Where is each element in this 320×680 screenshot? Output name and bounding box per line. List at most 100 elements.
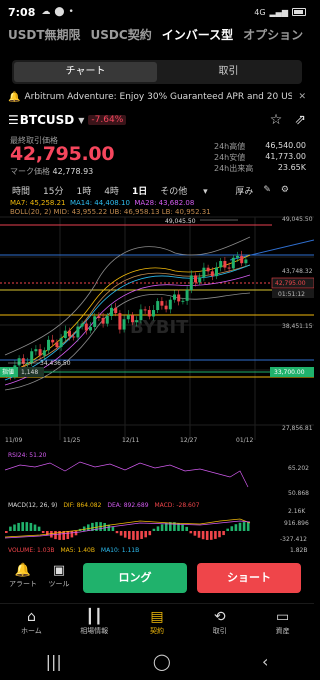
candlestick-icon: ┃┃ bbox=[85, 609, 103, 625]
recent-apps-icon[interactable]: ||| bbox=[46, 652, 62, 671]
banner-text: Arbitrum Adventure: Enjoy 30% Guaranteed… bbox=[24, 92, 293, 102]
macd-bar bbox=[87, 524, 90, 531]
stats-panel: 24h高値 46,540.00 24h安値 41,773.00 24h出来高 23.6… bbox=[214, 141, 306, 174]
candle-body bbox=[126, 315, 130, 320]
candle-body bbox=[97, 316, 101, 318]
ma7-value: MA7: 45,258.21 bbox=[10, 199, 66, 207]
star-icon[interactable]: ☆ bbox=[270, 112, 283, 128]
menu-icon[interactable]: ☰ bbox=[8, 113, 19, 127]
system-nav: ||| ◯ ‹ bbox=[0, 643, 314, 680]
interval-15m[interactable]: 15分 bbox=[43, 184, 63, 197]
back-icon[interactable]: ‹ bbox=[262, 652, 268, 671]
candle-body bbox=[152, 310, 155, 317]
settings-icon[interactable]: ⚙ bbox=[281, 185, 289, 195]
macd-bar bbox=[9, 526, 12, 531]
macd-value: MACD: -28.607 bbox=[154, 502, 199, 509]
macd-bar bbox=[230, 526, 234, 531]
nav-markets[interactable]: ┃┃ 相場情報 bbox=[63, 604, 126, 643]
exchange-icon: ⟲ bbox=[213, 609, 226, 625]
action-bar: 🔔 アラート ▣ ツール ロング ショート bbox=[0, 563, 314, 595]
macd-bar bbox=[156, 526, 160, 531]
macd-bar bbox=[128, 531, 131, 540]
tab-usdc-contract[interactable]: USDC契約 bbox=[91, 26, 152, 50]
network-label: 4G bbox=[254, 7, 266, 17]
macd-bar bbox=[46, 531, 49, 536]
nav-home[interactable]: ⌂ ホーム bbox=[0, 604, 63, 643]
price-chart[interactable]: BYBIT 49,045.50 34,436.50 49,045.50 43,7… bbox=[0, 215, 314, 560]
macd-bar bbox=[226, 528, 229, 531]
candle-body bbox=[173, 294, 176, 300]
megaphone-icon: 🔔 bbox=[8, 91, 21, 103]
macd-bar bbox=[119, 531, 123, 536]
interval-4h[interactable]: 4時 bbox=[104, 184, 119, 197]
stat-value: 46,540.00 bbox=[265, 141, 306, 150]
share-icon[interactable]: ⇗ bbox=[294, 112, 306, 128]
pencil-icon[interactable]: ✎ bbox=[263, 185, 271, 195]
candle-body bbox=[181, 300, 185, 302]
announcement-banner[interactable]: 🔔 Arbitrum Adventure: Enjoy 30% Guarante… bbox=[0, 88, 314, 106]
high-label: 49,045.50 bbox=[165, 218, 196, 225]
tab-usdt-perpetual[interactable]: USDT無期限 bbox=[8, 26, 81, 50]
macd-legend: MACD(12, 26, 9) DIF: 864.082 DEA: 892.68… bbox=[8, 502, 200, 509]
tab-inverse[interactable]: インバース型 bbox=[162, 26, 233, 50]
interval-1h[interactable]: 1時 bbox=[76, 184, 91, 197]
x-tick: 11/25 bbox=[63, 437, 80, 444]
candle-body bbox=[231, 257, 235, 269]
candle-body bbox=[236, 255, 239, 258]
candle-body bbox=[168, 299, 172, 310]
alert-button[interactable]: 🔔 アラート bbox=[8, 563, 38, 589]
interval-more[interactable]: その他 ▾ bbox=[160, 184, 207, 197]
rsi-tick: 50.868 bbox=[288, 490, 309, 497]
segment-trade[interactable]: 取引 bbox=[157, 62, 300, 82]
interval-1d[interactable]: 1日 bbox=[132, 184, 147, 197]
macd-bar bbox=[189, 531, 193, 534]
segment-chart[interactable]: チャート bbox=[14, 62, 157, 82]
long-button[interactable]: ロング bbox=[83, 563, 187, 593]
macd-bar bbox=[242, 522, 246, 531]
y-tick: 38,451.15 bbox=[282, 323, 313, 330]
x-tick: 11/09 bbox=[5, 437, 22, 444]
bell-icon: 🔔 bbox=[14, 563, 32, 578]
alert-label: アラート bbox=[9, 580, 37, 588]
candle-body bbox=[51, 339, 55, 343]
home-circle-icon[interactable]: ◯ bbox=[153, 652, 171, 671]
close-icon[interactable]: ✕ bbox=[298, 92, 306, 102]
candle-body bbox=[84, 323, 88, 331]
tool-button[interactable]: ▣ ツール bbox=[44, 563, 74, 589]
macd-bar bbox=[103, 523, 106, 531]
macd-bar bbox=[41, 531, 45, 534]
interval-row: 時間 15分 1時 4時 1日 その他 ▾ 厚み ✎ ⚙ bbox=[0, 183, 314, 197]
macd-bar bbox=[148, 531, 152, 536]
nav-contract[interactable]: ▤ 契約 bbox=[126, 604, 189, 643]
battery-icon bbox=[292, 8, 306, 16]
macd-bar bbox=[5, 531, 8, 533]
candle-body bbox=[110, 307, 113, 317]
tab-options[interactable]: オプション bbox=[243, 26, 303, 50]
candle-body bbox=[101, 317, 105, 324]
y-tick: 43,748.32 bbox=[282, 268, 313, 275]
short-button[interactable]: ショート bbox=[197, 563, 301, 593]
candle-body bbox=[202, 267, 206, 278]
last-price-tag-text: 42,795.00 bbox=[275, 280, 306, 287]
macd-bar bbox=[82, 526, 86, 531]
volume-tick: 1.82B bbox=[290, 547, 307, 554]
macd-bar bbox=[70, 531, 74, 538]
nav-assets[interactable]: ▭ 資産 bbox=[251, 604, 314, 643]
candle-body bbox=[135, 320, 139, 323]
contract-icon: ▤ bbox=[150, 609, 164, 625]
candle-body bbox=[80, 323, 84, 327]
interval-time[interactable]: 時間 bbox=[12, 184, 30, 197]
macd-bar bbox=[136, 531, 139, 540]
nav-label: 相場情報 bbox=[80, 627, 109, 635]
watermark: BYBIT bbox=[130, 317, 189, 338]
candle-body bbox=[206, 267, 210, 272]
macd-bar bbox=[140, 531, 143, 539]
depth-toggle[interactable]: 厚み bbox=[235, 184, 253, 197]
macd-bar bbox=[54, 531, 57, 540]
chevron-down-icon[interactable]: ▼ bbox=[78, 116, 84, 125]
symbol-name[interactable]: BTCUSD bbox=[20, 113, 75, 127]
macd-bar bbox=[197, 531, 201, 538]
nav-trade[interactable]: ⟲ 取引 bbox=[188, 604, 251, 643]
macd-bar bbox=[123, 531, 127, 538]
candle-body bbox=[68, 330, 71, 337]
